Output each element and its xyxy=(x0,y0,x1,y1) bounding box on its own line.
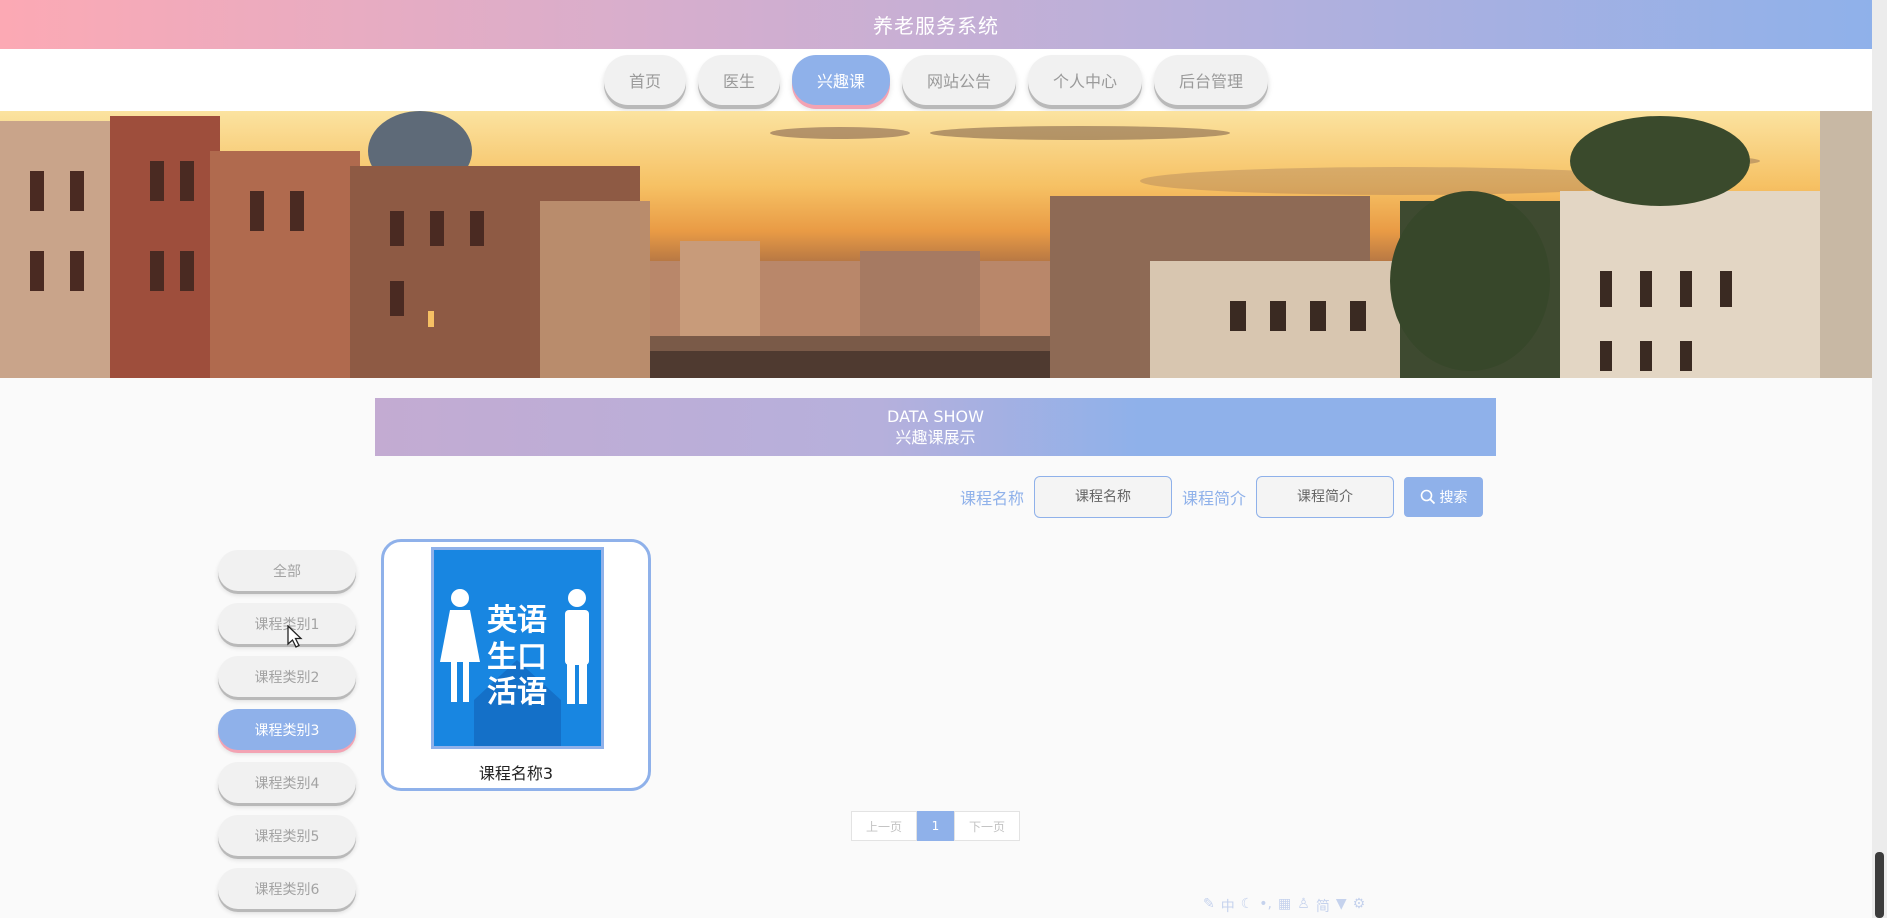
course-image-text-bottom: 活语 xyxy=(487,675,547,710)
ime-toolbar: ✎ 中 ☾ •, ▦ ♙ 简 ▼ ⚙ xyxy=(1203,896,1365,916)
section-title-zh: 兴趣课展示 xyxy=(895,428,976,447)
site-header: 养老服务系统 xyxy=(0,0,1872,49)
keyboard-icon[interactable]: ▦ xyxy=(1278,896,1291,916)
punctuation-icon[interactable]: •, xyxy=(1259,896,1272,916)
nav-item-home[interactable]: 首页 xyxy=(603,55,686,105)
next-page-button[interactable]: 下一页 xyxy=(954,811,1020,841)
category-3[interactable]: 课程类别3 xyxy=(218,709,356,750)
search-button[interactable]: 搜索 xyxy=(1404,477,1484,517)
ime-mode-toggle[interactable]: 中 xyxy=(1221,896,1235,916)
nav-item-admin[interactable]: 后台管理 xyxy=(1154,55,1269,105)
moon-icon[interactable]: ☾ xyxy=(1241,896,1254,916)
category-5[interactable]: 课程类别5 xyxy=(218,815,356,856)
category-6[interactable]: 课程类别6 xyxy=(218,868,356,909)
prev-page-button[interactable]: 上一页 xyxy=(851,811,917,841)
skin-icon[interactable]: ▼ xyxy=(1336,896,1347,916)
course-image-graphic: 英语 生口 活语 xyxy=(434,550,601,746)
banner-image xyxy=(0,111,1872,378)
course-image-text-top: 英语 xyxy=(487,603,547,638)
category-2[interactable]: 课程类别2 xyxy=(218,656,356,697)
mouse-cursor-icon xyxy=(287,625,303,648)
search-bar: 课程名称 课程简介 搜索 xyxy=(960,476,1484,518)
course-intro-label: 课程简介 xyxy=(1182,489,1247,508)
search-icon xyxy=(1420,489,1435,505)
nav-item-personal-center[interactable]: 个人中心 xyxy=(1028,55,1143,105)
course-name-label: 课程名称 xyxy=(960,489,1025,508)
nav-item-interest-course[interactable]: 兴趣课 xyxy=(791,55,890,105)
section-header: DATA SHOW 兴趣课展示 xyxy=(375,398,1496,456)
main-nav: 首页 医生 兴趣课 网站公告 个人中心 后台管理 xyxy=(0,55,1872,105)
user-icon[interactable]: ♙ xyxy=(1297,896,1310,916)
category-all[interactable]: 全部 xyxy=(218,550,356,591)
ime-logo-icon[interactable]: ✎ xyxy=(1203,896,1215,916)
course-name: 课程名称3 xyxy=(478,764,554,783)
banner-cityscape xyxy=(0,111,1872,378)
course-card[interactable]: 英语 生口 活语 课程名称3 xyxy=(381,539,651,791)
course-image: 英语 生口 活语 xyxy=(431,547,604,749)
search-button-label: 搜索 xyxy=(1439,490,1468,506)
site-title: 养老服务系统 xyxy=(873,14,999,38)
ime-simplified-toggle[interactable]: 简 xyxy=(1316,896,1330,916)
course-image-text-mid: 生口 xyxy=(487,640,547,675)
nav-item-doctor[interactable]: 医生 xyxy=(697,55,780,105)
category-4[interactable]: 课程类别4 xyxy=(218,762,356,803)
gear-icon[interactable]: ⚙ xyxy=(1353,896,1366,916)
page-scrollbar[interactable] xyxy=(1872,0,1887,918)
scrollbar-thumb[interactable] xyxy=(1875,852,1884,918)
course-intro-input[interactable] xyxy=(1256,476,1395,518)
pagination: 上一页 1 下一页 xyxy=(851,811,1020,841)
page-number-current[interactable]: 1 xyxy=(917,811,954,841)
category-list: 全部 课程类别1 课程类别2 课程类别3 课程类别4 课程类别5 课程类别6 xyxy=(218,550,356,909)
course-name-input[interactable] xyxy=(1034,476,1173,518)
section-title-en: DATA SHOW xyxy=(887,407,984,426)
nav-item-announcements[interactable]: 网站公告 xyxy=(902,55,1017,105)
